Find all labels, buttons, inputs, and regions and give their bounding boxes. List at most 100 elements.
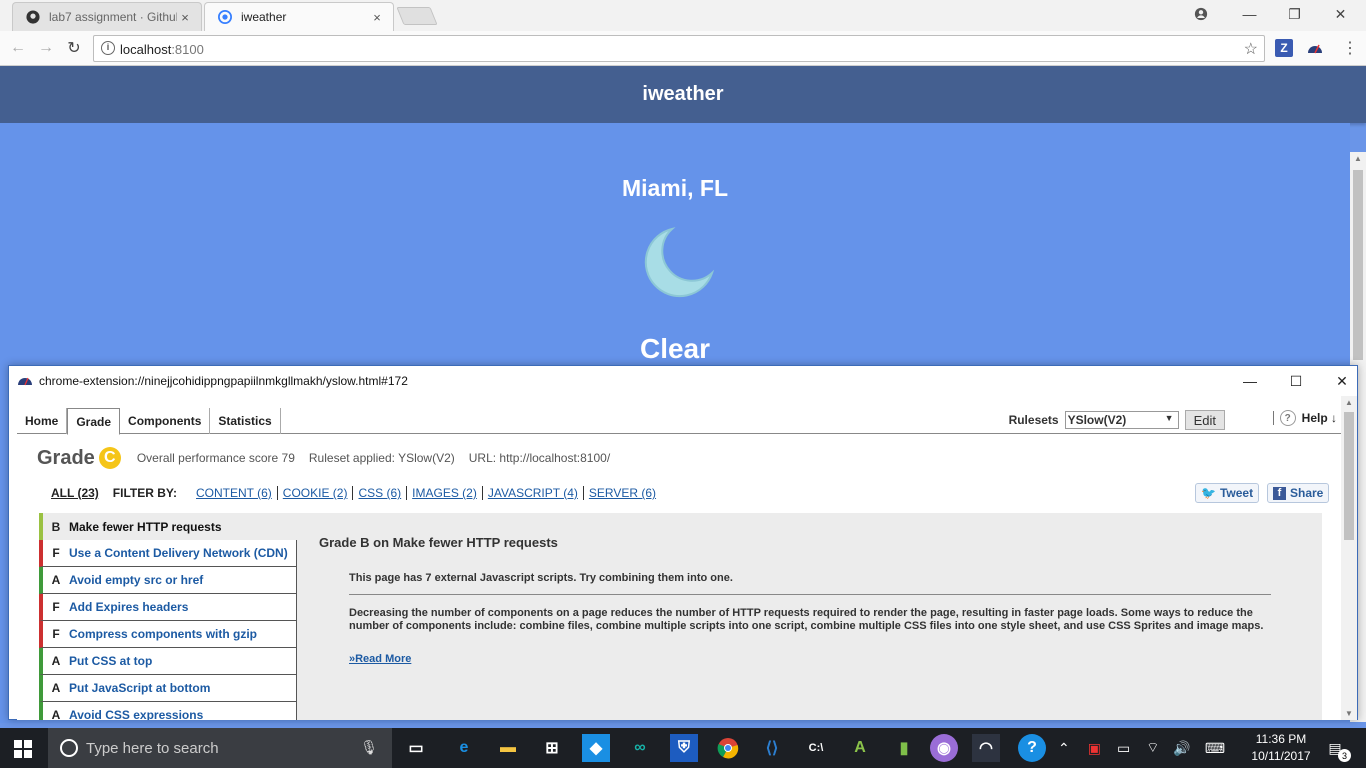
yslow-icon: [17, 373, 33, 389]
notification-badge-icon[interactable]: ▣: [1088, 740, 1101, 757]
clock-time: 11:36 PM: [1255, 732, 1307, 746]
rule-grade: F: [52, 600, 60, 614]
rule-name[interactable]: Avoid empty src or href: [69, 573, 203, 587]
rule-name[interactable]: Make fewer HTTP requests: [69, 520, 222, 534]
help-label[interactable]: Help ↓: [1302, 411, 1337, 425]
wifi-icon[interactable]: ⌔: [1146, 739, 1159, 757]
battery-icon[interactable]: ▭: [1117, 740, 1130, 757]
action-center-icon[interactable]: ▤ 3: [1322, 738, 1351, 762]
scroll-up-icon[interactable]: ▲: [1354, 154, 1362, 163]
minimize-button[interactable]: —: [1227, 0, 1272, 28]
window-close-button[interactable]: ✕: [1318, 0, 1363, 28]
share-button[interactable]: f Share: [1267, 483, 1330, 503]
yslow-scrollbar[interactable]: ▲ ▼: [1341, 396, 1357, 720]
new-tab-button[interactable]: [396, 7, 438, 25]
filter-server[interactable]: SERVER (6): [584, 486, 661, 500]
city-name: Miami, FL: [621, 175, 729, 201]
security-icon[interactable]: ⛨: [670, 734, 698, 762]
rule-name[interactable]: Compress components with gzip: [69, 627, 257, 641]
chevron-up-icon[interactable]: ⌃: [1058, 740, 1070, 757]
rule-grade: A: [51, 573, 61, 587]
store-icon[interactable]: ⊞: [538, 734, 566, 762]
filter-content[interactable]: CONTENT (6): [191, 486, 278, 500]
edit-button[interactable]: Edit: [1184, 410, 1225, 430]
rule-name[interactable]: Add Expires headers: [69, 600, 188, 614]
divider: [1272, 411, 1274, 425]
list-item[interactable]: F Compress components with gzip: [39, 621, 297, 648]
list-item[interactable]: F Use a Content Delivery Network (CDN): [39, 540, 297, 567]
filter-javascript[interactable]: JAVASCRIPT (4): [483, 486, 584, 500]
cortana-icon: [60, 739, 78, 757]
taskbar-clock[interactable]: 11:36 PM 10/11/2017: [1245, 731, 1317, 765]
list-item[interactable]: A Put JavaScript at bottom: [39, 675, 297, 702]
microphone-icon[interactable]: 🎙: [360, 739, 378, 756]
info-icon[interactable]: i: [101, 41, 115, 55]
menu-dots-icon[interactable]: ⋮: [1340, 38, 1360, 58]
address-bar[interactable]: i localhost:8100 ☆: [93, 35, 1265, 62]
yslow-icon[interactable]: [1306, 39, 1324, 57]
scroll-down-icon[interactable]: ▼: [1345, 709, 1353, 718]
zotero-icon[interactable]: Z: [1275, 39, 1293, 57]
tweet-button[interactable]: 🐦 Tweet: [1195, 483, 1260, 503]
chrome-icon[interactable]: [714, 734, 742, 762]
rule-name[interactable]: Put CSS at top: [69, 654, 152, 668]
tab-grade[interactable]: Grade: [67, 408, 121, 435]
command-prompt-icon[interactable]: C:\: [802, 734, 830, 762]
rule-name[interactable]: Put JavaScript at bottom: [69, 681, 210, 695]
list-item[interactable]: F Add Expires headers: [39, 594, 297, 621]
read-more-link[interactable]: »Read More: [349, 653, 1279, 665]
scrollbar-thumb[interactable]: [1353, 170, 1363, 360]
window-close-button[interactable]: ✕: [1319, 366, 1365, 396]
android-studio-icon[interactable]: A: [846, 734, 874, 762]
tab-home[interactable]: Home: [17, 408, 68, 434]
taskbar-search[interactable]: Type here to search 🎙: [48, 728, 392, 768]
rule-name[interactable]: Avoid CSS expressions: [69, 708, 203, 720]
maximize-button[interactable]: ☐: [1273, 366, 1319, 396]
vscode-icon[interactable]: ⟨⟩: [758, 734, 786, 762]
dropdown-arrow-icon: ▼: [1164, 413, 1174, 423]
reload-icon[interactable]: ↻: [64, 38, 84, 58]
help-icon[interactable]: ?: [1279, 410, 1296, 426]
rule-grade: A: [51, 654, 61, 668]
search-placeholder[interactable]: Type here to search: [86, 740, 219, 757]
volume-icon[interactable]: 🔊: [1173, 740, 1190, 757]
filter-css[interactable]: CSS (6): [353, 486, 408, 500]
maximize-button[interactable]: ❐: [1272, 0, 1317, 28]
rule-name[interactable]: Use a Content Delivery Network (CDN): [69, 546, 288, 560]
filter-images[interactable]: IMAGES (2): [407, 486, 483, 500]
arduino-icon[interactable]: ∞: [626, 734, 654, 762]
file-explorer-icon[interactable]: ▬: [494, 734, 522, 762]
notepad-icon[interactable]: ▮: [890, 734, 918, 762]
tab-components[interactable]: Components: [120, 408, 211, 434]
forward-arrow-icon[interactable]: →: [36, 38, 56, 58]
windows-start-icon[interactable]: [14, 740, 32, 758]
filter-all[interactable]: ALL (23): [51, 486, 99, 500]
close-icon[interactable]: ×: [177, 10, 193, 25]
tab-iweather[interactable]: iweather ×: [204, 2, 394, 31]
back-arrow-icon[interactable]: ←: [8, 38, 28, 58]
bookmark-star-icon[interactable]: ☆: [1244, 39, 1258, 59]
list-item[interactable]: A Put CSS at top: [39, 648, 297, 675]
dropbox-icon[interactable]: ◆: [582, 734, 610, 762]
profile-icon[interactable]: [1178, 0, 1223, 28]
tab-github[interactable]: lab7 assignment · Githuk ×: [12, 2, 202, 31]
tab-statistics[interactable]: Statistics: [210, 408, 281, 434]
scrollbar-thumb[interactable]: [1344, 412, 1354, 540]
list-item[interactable]: B Make fewer HTTP requests: [39, 513, 297, 540]
yslow-icon[interactable]: ◠: [972, 734, 1000, 762]
minimize-button[interactable]: —: [1227, 366, 1273, 396]
task-view-icon[interactable]: ▭: [402, 734, 430, 762]
yslow-body: Home Grade Components Statistics Ruleset…: [17, 396, 1341, 720]
filter-cookie[interactable]: COOKIE (2): [278, 486, 354, 500]
ruleset-select[interactable]: YSlow(V2) ▼: [1064, 411, 1179, 429]
url-text[interactable]: localhost:8100: [120, 42, 204, 57]
help-icon[interactable]: ?: [1018, 734, 1046, 762]
github-desktop-icon[interactable]: ◉: [930, 734, 958, 762]
close-icon[interactable]: ×: [369, 10, 385, 25]
list-item[interactable]: A Avoid empty src or href: [39, 567, 297, 594]
help-control[interactable]: ? Help ↓: [1272, 410, 1337, 426]
scroll-up-icon[interactable]: ▲: [1345, 398, 1353, 407]
edge-icon[interactable]: e: [450, 734, 478, 762]
list-item[interactable]: A Avoid CSS expressions: [39, 702, 297, 720]
keyboard-icon[interactable]: ⌨: [1205, 740, 1225, 757]
